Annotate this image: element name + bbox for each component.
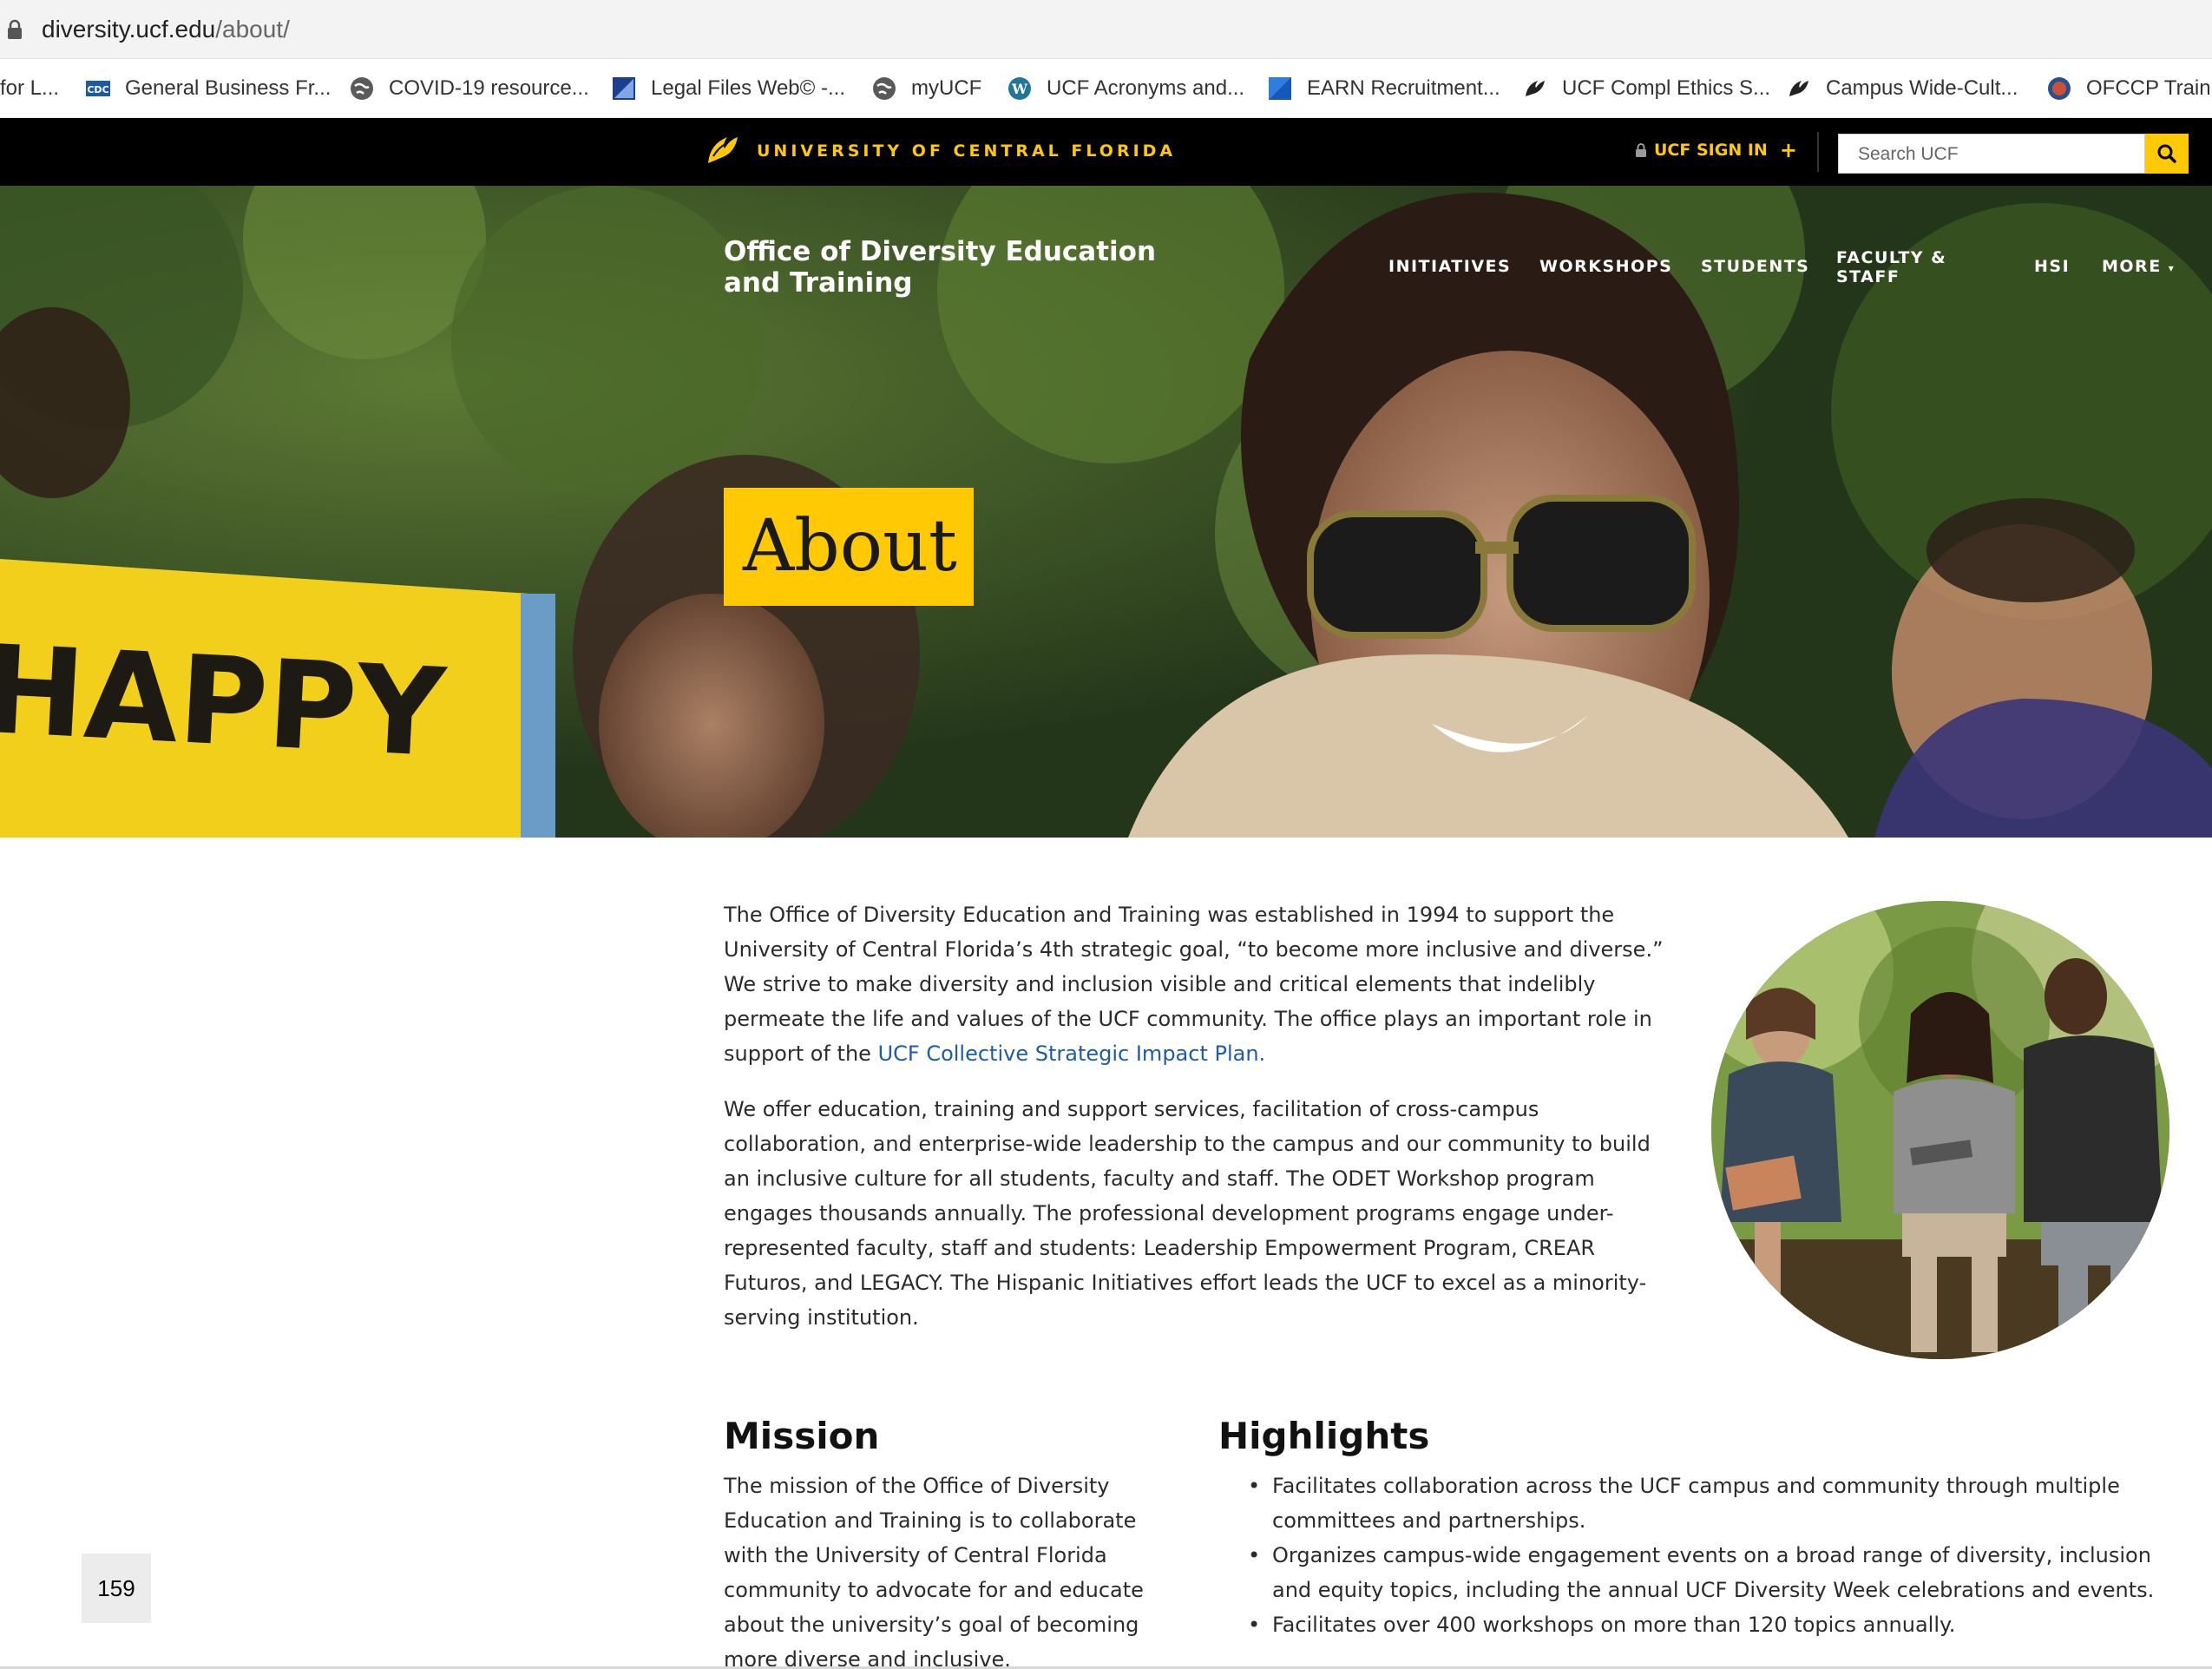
intro-paragraph-2: We offer education, training and support…: [724, 1097, 1651, 1330]
lock-icon: [8, 19, 22, 39]
page-number: 159: [82, 1554, 151, 1623]
hero-banner: HAPPY Office of Diversity Education and …: [0, 186, 2212, 838]
bookmark-item[interactable]: for L...: [0, 73, 59, 104]
bookmark-label: Campus Wide-Cult...: [1826, 76, 2018, 100]
wordpress-icon: W: [1008, 77, 1031, 100]
bookmark-label: Legal Files Web© -...: [651, 76, 845, 100]
students-circle-photo: [1711, 901, 2169, 1359]
strategic-impact-plan-link[interactable]: UCF Collective Strategic Impact Plan.: [878, 1041, 1266, 1066]
page-heading-box: About: [724, 488, 974, 606]
url-path: /about/: [215, 16, 290, 43]
search-placeholder: Search UCF: [1858, 144, 1959, 164]
highlights-list: Facilitates collaboration across the UCF…: [1244, 1469, 2164, 1642]
earn-icon: [1269, 77, 1291, 100]
svg-text:W: W: [1011, 81, 1028, 97]
bookmark-item[interactable]: Campus Wide-Cult...: [1786, 73, 2018, 104]
list-item: Facilitates over 400 workshops on more t…: [1244, 1607, 2164, 1642]
search-input[interactable]: Search UCF: [1838, 134, 2145, 174]
bookmark-item[interactable]: myUCF: [871, 73, 981, 104]
ucf-pegasus-logo-icon[interactable]: [703, 130, 741, 168]
bookmark-label: myUCF: [911, 76, 982, 100]
bookmark-item[interactable]: EARN Recruitment...: [1267, 73, 1500, 104]
nav-students[interactable]: STUDENTS: [1701, 257, 1809, 276]
url-text[interactable]: diversity.ucf.edu/about/: [42, 14, 290, 45]
bookmark-label: OFCCP Trainin: [2086, 76, 2212, 100]
cdc-icon: CDC: [86, 81, 110, 96]
bookmarks-bar: for L... CDC General Business Fr... COVI…: [0, 59, 2212, 118]
lock-icon: [1636, 143, 1646, 157]
bookmark-label: EARN Recruitment...: [1307, 76, 1500, 100]
ofccp-icon: [2048, 77, 2071, 100]
bookmark-item[interactable]: OFCCP Trainin: [2046, 73, 2212, 104]
signin-label: SIGN IN: [1696, 141, 1768, 160]
ucf-signin-button[interactable]: UCF SIGN IN +: [1635, 138, 1797, 162]
browser-address-bar[interactable]: diversity.ucf.edu/about/: [0, 0, 2212, 59]
bookmark-label: COVID-19 resource...: [389, 76, 589, 100]
header-divider: [1817, 132, 1819, 172]
nav-workshops[interactable]: WORKSHOPS: [1539, 257, 1672, 276]
bookmark-item[interactable]: CDC General Business Fr...: [85, 73, 331, 104]
page-title: About: [743, 505, 957, 588]
site-title-link[interactable]: Office of Diversity Education and Traini…: [724, 236, 1210, 299]
bookmark-label: UCF Acronyms and...: [1047, 76, 1245, 100]
chevron-down-icon: ▾: [2168, 262, 2176, 274]
bookmark-label: UCF Compl Ethics S...: [1562, 76, 1771, 100]
list-item: Facilitates collaboration across the UCF…: [1244, 1469, 2164, 1538]
bookmark-item[interactable]: Legal Files Web© -...: [611, 73, 845, 104]
students-photo: [1711, 901, 2169, 1359]
nav-more-label: MORE: [2102, 257, 2162, 276]
ucf-pegasus-icon: [1526, 81, 1545, 96]
list-item: Organizes campus-wide engagement events …: [1244, 1538, 2164, 1607]
globe-icon: [351, 77, 373, 100]
intro-paragraph-1: The Office of Diversity Education and Tr…: [724, 897, 1678, 1071]
nav-faculty-staff[interactable]: FACULTY & STAFF: [1836, 248, 1966, 286]
svg-text:CDC: CDC: [87, 84, 108, 95]
plus-icon: +: [1779, 138, 1797, 162]
search-button[interactable]: [2145, 134, 2189, 174]
signin-prefix: UCF: [1654, 141, 1691, 160]
bookmark-item[interactable]: W UCF Acronyms and...: [1007, 73, 1244, 104]
highlights-heading: Highlights: [1218, 1415, 1430, 1457]
nav-more[interactable]: MORE ▾: [2102, 257, 2175, 276]
ucf-pegasus-icon: [1789, 81, 1808, 96]
bookmark-label: General Business Fr...: [125, 76, 331, 100]
mission-text: The mission of the Office of Diversity E…: [724, 1474, 1144, 1669]
mission-heading: Mission: [724, 1415, 880, 1457]
legal-files-icon: [613, 77, 635, 100]
bookmark-item[interactable]: COVID-19 resource...: [349, 73, 589, 104]
url-host: diversity.ucf.edu: [42, 16, 216, 43]
nav-hsi[interactable]: HSI: [2034, 257, 2070, 276]
bookmark-item[interactable]: UCF Compl Ethics S...: [1522, 73, 1770, 104]
search-icon: [2157, 144, 2176, 163]
bookmark-label: for L...: [0, 76, 60, 100]
globe-icon: [873, 77, 896, 100]
nav-initiatives[interactable]: INITIATIVES: [1388, 257, 1511, 276]
sign-text: HAPPY: [0, 620, 450, 785]
university-name-link[interactable]: UNIVERSITY OF CENTRAL FLORIDA: [757, 141, 1176, 161]
